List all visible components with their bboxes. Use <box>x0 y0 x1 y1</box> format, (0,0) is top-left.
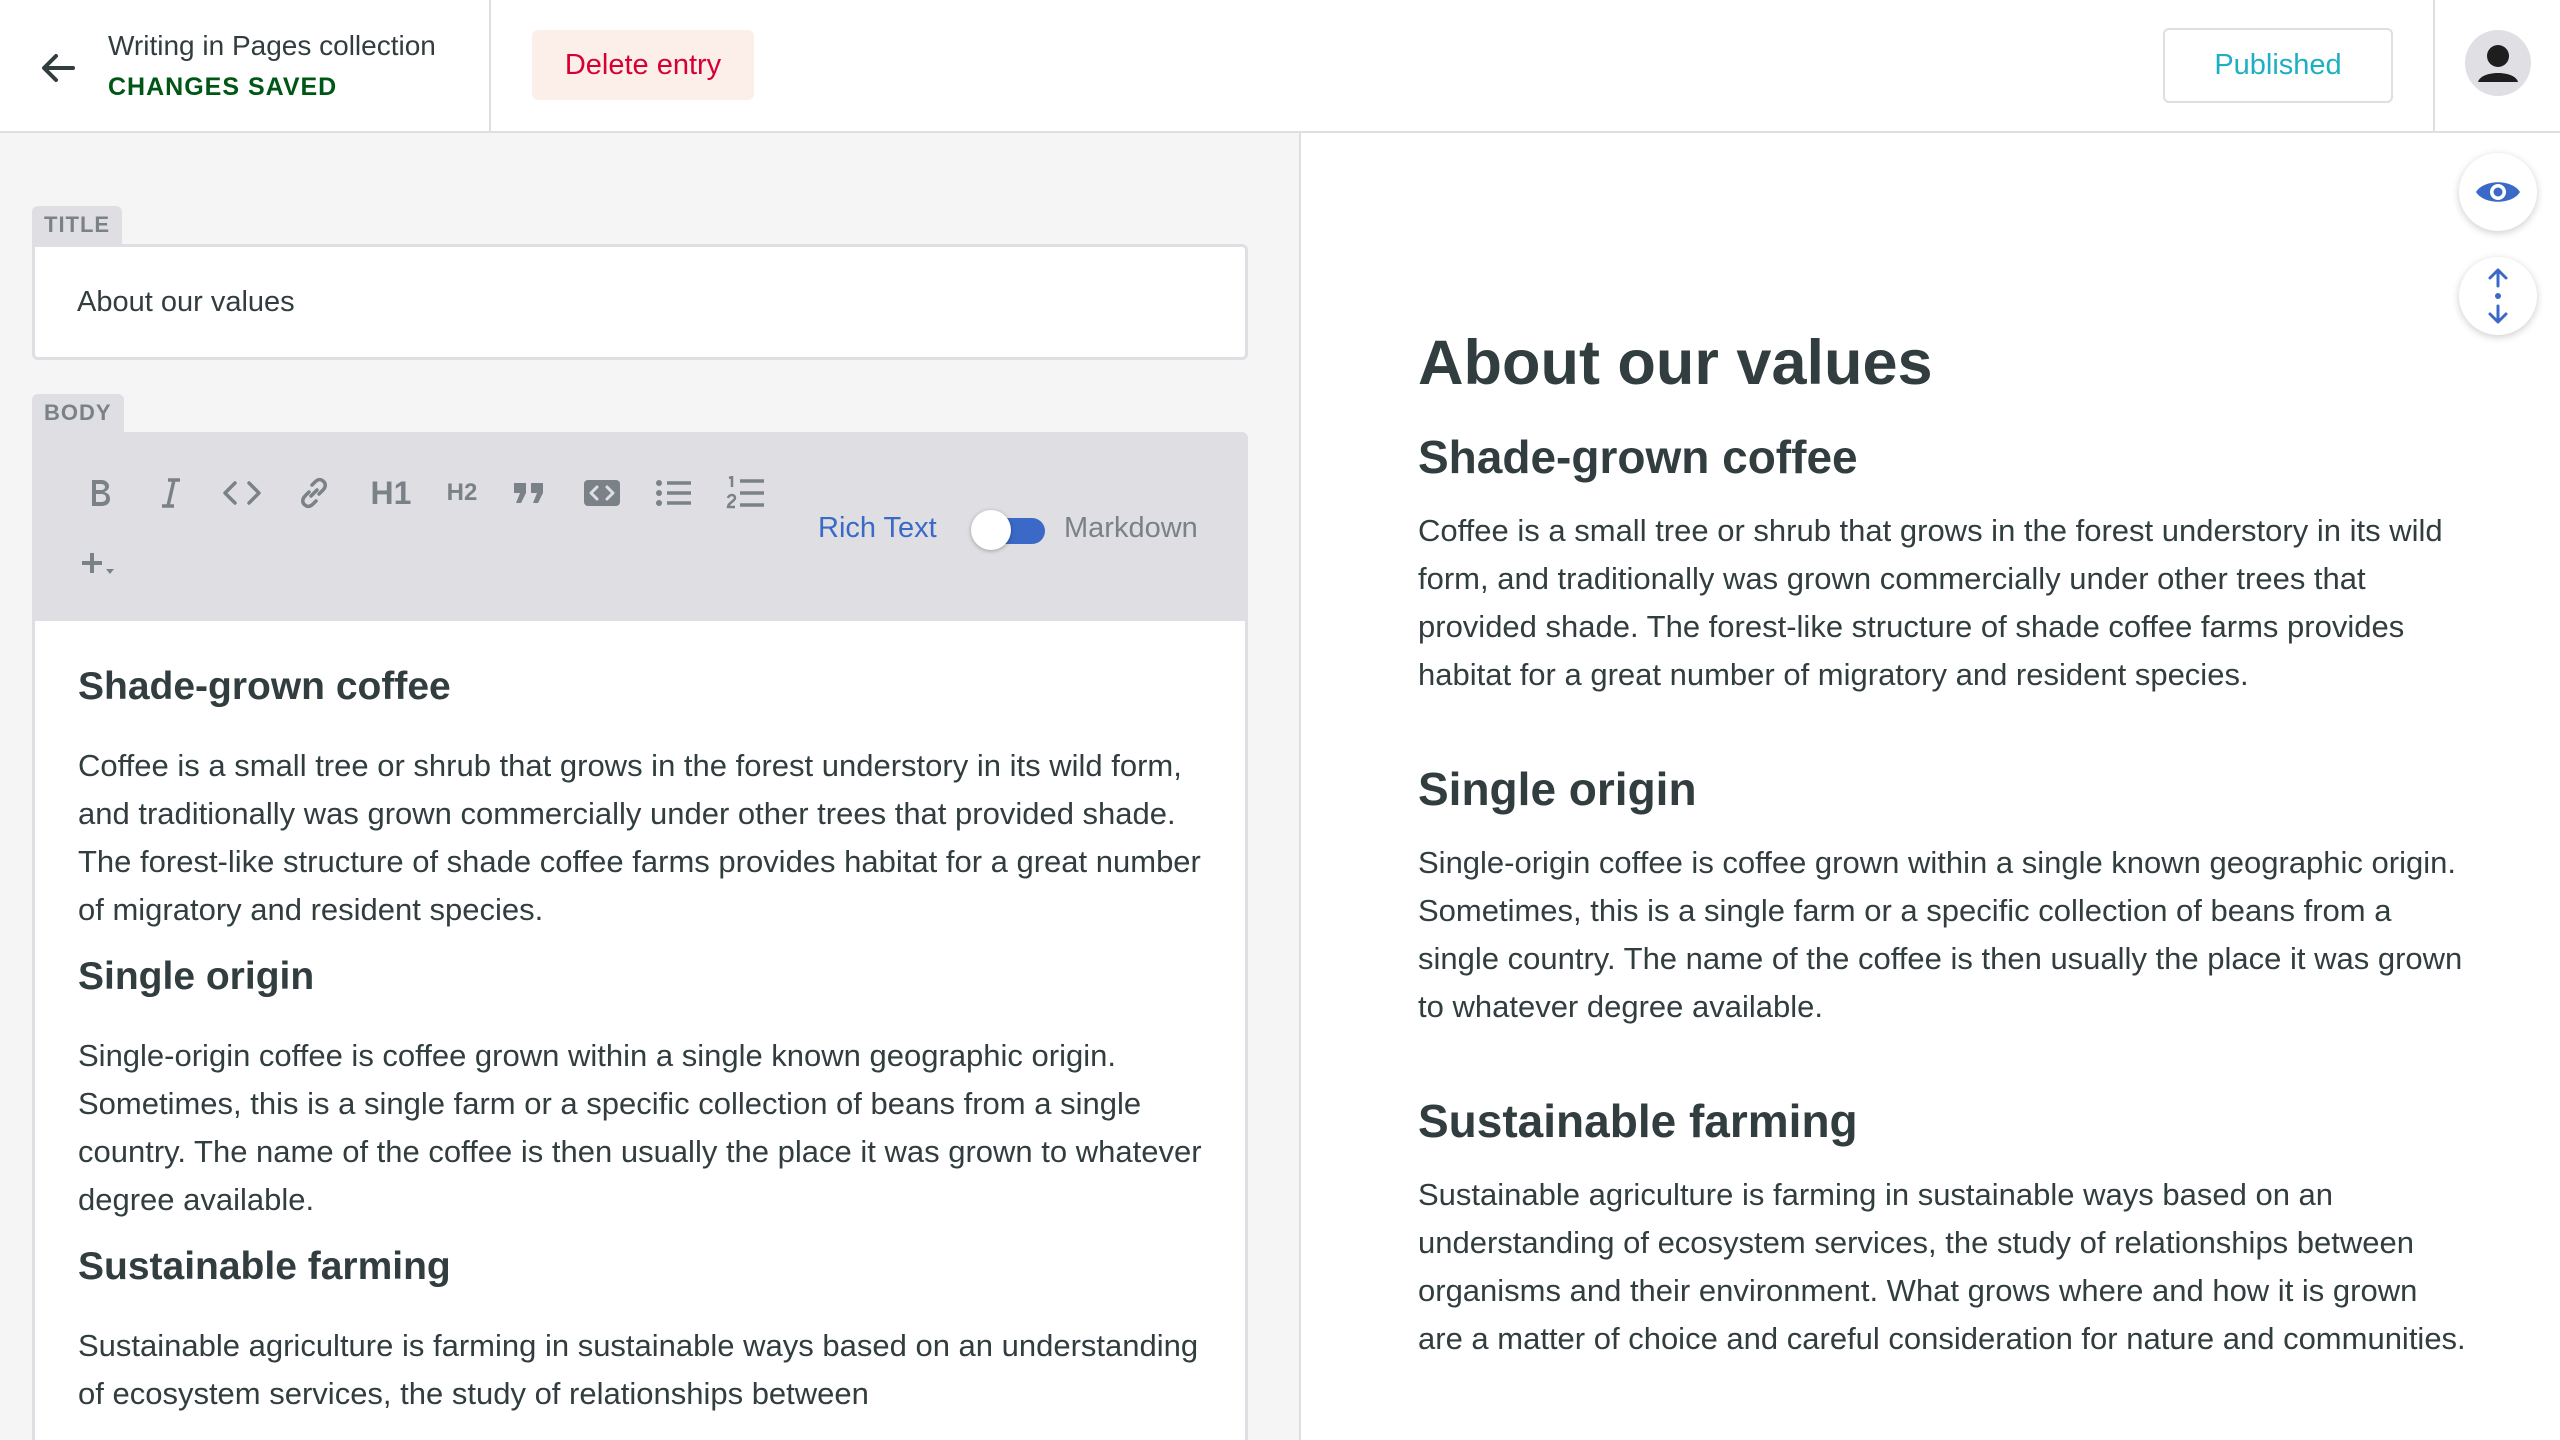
editor-paragraph: Sustainable agriculture is farming in su… <box>78 1328 1199 1411</box>
delete-entry-button[interactable]: Delete entry <box>532 30 754 100</box>
editor-heading: Shade-grown coffee <box>78 665 451 708</box>
top-bar: Writing in Pages collection CHANGES SAVE… <box>0 0 2560 133</box>
bold-icon[interactable] <box>74 467 126 519</box>
save-status: CHANGES SAVED <box>108 73 338 101</box>
editor-heading: Single origin <box>78 955 315 998</box>
toggle-knob <box>971 510 1011 550</box>
preview-pane: About our values Shade-grown coffee Coff… <box>1301 133 2560 1440</box>
editor-toolbar: H1 H2 Rich Text Markdown <box>35 435 1245 621</box>
italic-icon[interactable] <box>145 467 197 519</box>
title-input[interactable] <box>32 244 1248 360</box>
numbered-list-icon[interactable] <box>720 467 772 519</box>
code-block-icon[interactable] <box>576 467 628 519</box>
editor-mode-toggle[interactable] <box>963 508 1067 552</box>
published-status-button[interactable]: Published <box>2163 28 2393 103</box>
h1-glyph: H1 <box>370 474 412 511</box>
body-field-label: BODY <box>32 394 124 432</box>
heading-two-icon[interactable]: H2 <box>432 467 492 519</box>
preview-content: About our values Shade-grown coffee Coff… <box>1418 323 2468 1363</box>
sync-scroll-icon <box>2488 268 2508 324</box>
link-icon[interactable] <box>288 467 340 519</box>
heading-one-icon[interactable]: H1 <box>361 467 421 519</box>
header-divider <box>489 0 491 131</box>
rich-text-label[interactable]: Rich Text <box>818 512 937 545</box>
avatar[interactable] <box>2465 30 2531 96</box>
editor-heading: Sustainable farming <box>78 1245 451 1288</box>
preview-heading: Sustainable farming <box>1418 1095 1858 1147</box>
h2-glyph: H2 <box>446 479 478 506</box>
body-editor: H1 H2 Rich Text Markdown Shade-grown cof… <box>32 432 1248 1440</box>
add-component-icon[interactable] <box>74 538 126 590</box>
preview-heading: Shade-grown coffee <box>1418 431 1858 483</box>
preview-paragraph: Coffee is a small tree or shrub that gro… <box>1418 513 2443 692</box>
editor-paragraph: Single-origin coffee is coffee grown wit… <box>78 1038 1202 1217</box>
user-icon <box>2478 45 2518 82</box>
preview-paragraph: Sustainable agriculture is farming in su… <box>1418 1177 2466 1356</box>
bulleted-list-icon[interactable] <box>648 467 700 519</box>
preview-paragraph: Single-origin coffee is coffee grown wit… <box>1418 845 2463 1024</box>
code-icon[interactable] <box>216 467 268 519</box>
preview-toggle-button[interactable] <box>2459 153 2537 231</box>
editor-content[interactable]: Shade-grown coffee Coffee is a small tre… <box>78 663 1228 1418</box>
collection-title: Writing in Pages collection <box>108 30 436 61</box>
header-divider <box>2433 0 2435 131</box>
back-arrow-icon[interactable] <box>30 40 86 96</box>
editor-paragraph: Coffee is a small tree or shrub that gro… <box>78 748 1201 927</box>
markdown-label[interactable]: Markdown <box>1064 512 1198 545</box>
sync-scroll-button[interactable] <box>2459 257 2537 335</box>
preview-heading: Single origin <box>1418 763 1697 815</box>
eye-icon <box>2476 182 2520 202</box>
preview-title: About our values <box>1418 328 1933 398</box>
quote-icon[interactable] <box>503 467 555 519</box>
title-field-label: TITLE <box>32 206 123 244</box>
